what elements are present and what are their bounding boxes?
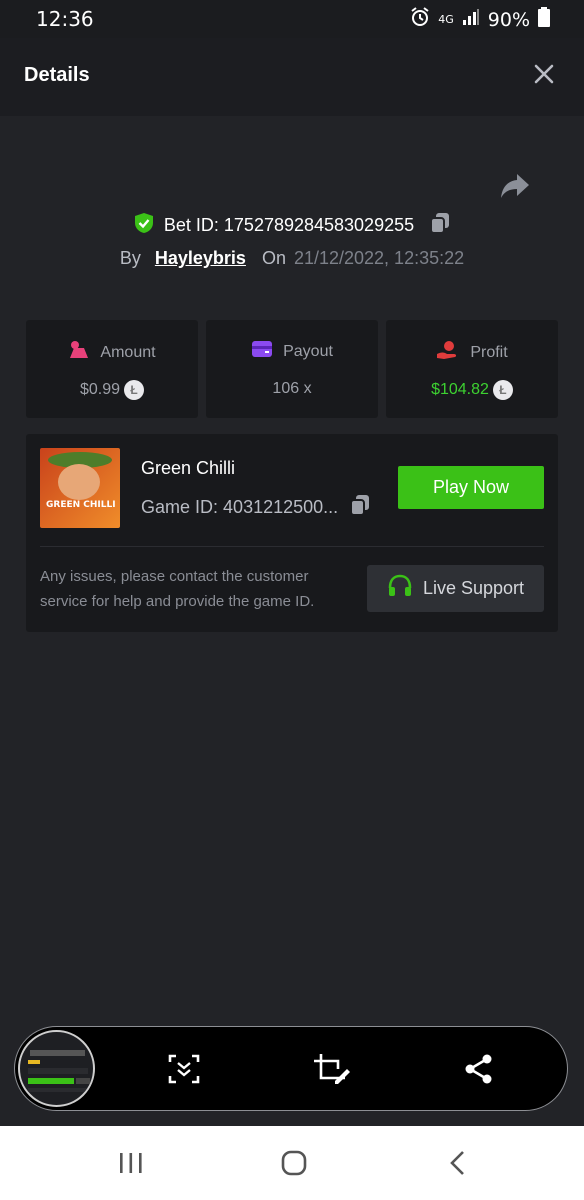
headset-icon: [387, 574, 413, 603]
bet-id-text: Bet ID: 1752789284583029255: [164, 215, 414, 236]
home-icon[interactable]: [279, 1148, 309, 1178]
copy-icon[interactable]: [350, 494, 370, 521]
game-id-value: 4031212500...: [223, 497, 339, 517]
litecoin-icon: Ł: [124, 380, 145, 400]
on-label: On: [261, 248, 286, 268]
bet-id-line: Bet ID: 1752789284583029255: [0, 212, 584, 239]
status-time: 12:36: [36, 7, 94, 31]
litecoin-icon: Ł: [492, 380, 513, 400]
play-now-button[interactable]: Play Now: [398, 466, 544, 509]
payout-label: Payout: [283, 342, 333, 360]
bet-id-label: Bet ID:: [163, 215, 219, 235]
alarm-icon: [410, 7, 430, 32]
status-icons: 4G 90%: [410, 7, 550, 32]
copy-icon[interactable]: [430, 212, 450, 239]
signal-icon: [462, 8, 480, 31]
game-title: Green Chilli: [141, 458, 236, 478]
recent-apps-icon[interactable]: [116, 1148, 146, 1178]
game-thumb-text: GREEN CHILLI: [46, 500, 116, 510]
game-id-row: Game ID: 4031212500...: [141, 494, 370, 521]
by-label: By: [119, 248, 141, 268]
bet-datetime: 21/12/2022, 12:35:22: [293, 248, 465, 268]
game-card: GREEN CHILLI Green Chilli Game ID: 40312…: [26, 434, 558, 632]
profit-hand-icon: [436, 340, 460, 365]
profit-card: Profit $104.82 Ł: [386, 320, 558, 418]
amount-icon: [68, 340, 90, 365]
support-notice: Any issues, please contact the customer …: [40, 568, 315, 610]
verified-shield-icon: [134, 212, 154, 239]
bet-stats: Amount $0.99 Ł Payout 106 x Profit $104.…: [26, 320, 558, 418]
back-icon[interactable]: [443, 1148, 473, 1178]
amount-card: Amount $0.99 Ł: [26, 320, 198, 418]
page-title: Details: [24, 64, 90, 86]
screenshot-preview-thumbnail[interactable]: [18, 1030, 95, 1107]
bet-id-value: 1752789284583029255: [223, 215, 415, 235]
share-arrow-icon[interactable]: [500, 172, 530, 200]
battery-icon: [538, 7, 550, 32]
crop-edit-icon[interactable]: [313, 1053, 350, 1085]
scroll-capture-icon[interactable]: [167, 1053, 201, 1085]
username-link[interactable]: Hayleybris: [155, 248, 246, 269]
wallet-card-icon: [251, 340, 273, 363]
profit-value: $104.82: [431, 381, 489, 398]
amount-label: Amount: [100, 343, 156, 361]
amount-value: $0.99: [79, 381, 121, 398]
profit-label: Profit: [470, 343, 508, 361]
details-header: Details: [0, 38, 584, 116]
divider: [40, 546, 544, 547]
share-icon[interactable]: [463, 1053, 497, 1085]
game-id-label: Game ID:: [141, 497, 219, 517]
live-support-label: Live Support: [422, 578, 525, 598]
android-nav-bar: [0, 1126, 584, 1200]
live-support-button[interactable]: Live Support: [367, 565, 544, 612]
payout-value: 106 x: [272, 380, 312, 397]
game-thumbnail[interactable]: GREEN CHILLI: [40, 448, 120, 528]
bet-byline: By Hayleybris On 21/12/2022, 12:35:22: [0, 248, 584, 269]
close-icon[interactable]: [532, 62, 556, 86]
battery-label: 90%: [487, 8, 530, 31]
screenshot-toolbar: [14, 1026, 568, 1111]
status-bar: 12:36 4G 90%: [0, 0, 584, 38]
payout-card: Payout 106 x: [206, 320, 378, 418]
network-label: 4G: [438, 13, 454, 26]
